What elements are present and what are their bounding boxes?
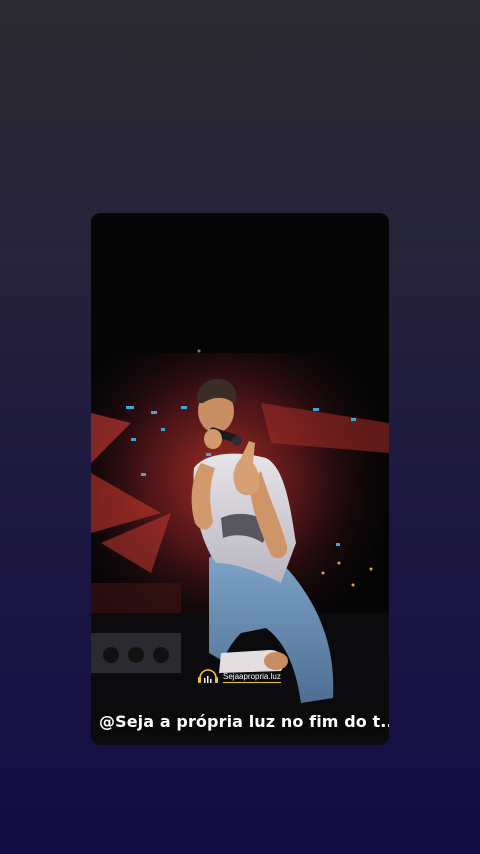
video-frame <box>91 213 389 745</box>
video-caption: @Seja a própria luz no fim do t... <box>99 712 389 731</box>
watermark-label: Sejaapropria.luz <box>223 671 281 683</box>
watermark: Sejaapropria.luz <box>197 669 281 685</box>
equalizer-headphones-icon <box>198 669 218 683</box>
video-player[interactable]: Sejaapropria.luz @Seja a própria luz no … <box>91 213 389 745</box>
screen: { "video": { "caption": "@Seja a própria… <box>0 0 480 854</box>
